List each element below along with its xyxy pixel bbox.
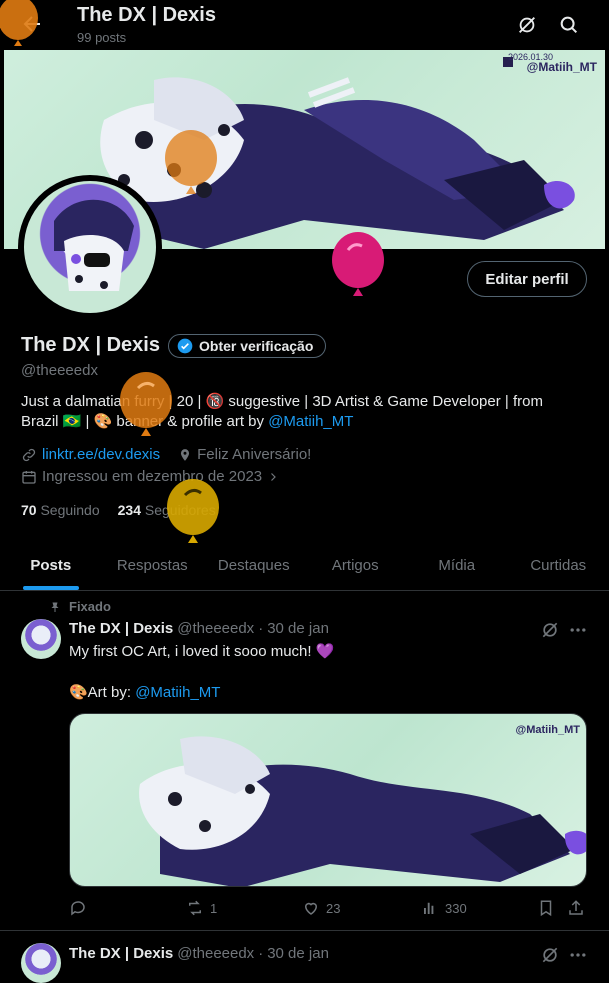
pinned-label: Fixado [69,599,111,614]
grok-icon[interactable] [540,945,560,965]
tweet-separator [0,930,609,931]
chevron-right-icon [267,470,279,484]
share-button[interactable] [567,899,585,917]
profile-link[interactable]: linktr.ee/dev.dexis [42,446,160,463]
calendar-icon [21,469,37,485]
balloon-icon [330,230,386,300]
profile-handle: @theeeedx [21,362,98,379]
tweet-header: The DX | Dexis @theeeedx · 30 de jan [69,945,329,962]
tweet-author-name[interactable]: The DX | Dexis [69,945,173,962]
edit-profile-button[interactable]: Editar perfil [467,261,587,297]
profile-link-item[interactable]: linktr.ee/dev.dexis [21,446,160,463]
like-count: 23 [326,901,340,916]
repost-icon [186,899,204,917]
tweet-avatar[interactable] [21,619,61,659]
verified-badge-icon [177,338,193,354]
like-button[interactable]: 23 [302,899,340,917]
tweet-mention-link[interactable]: @Matiih_MT [135,684,220,701]
grok-icon[interactable] [516,14,538,36]
tweet-date[interactable]: 30 de jan [267,620,329,637]
balloon-icon [165,477,221,549]
bookmark-icon [537,899,555,917]
tweet-author-handle[interactable]: @theeeedx [177,620,254,637]
display-name: The DX | Dexis [21,334,160,357]
tweet-avatar[interactable] [21,943,61,983]
page-title: The DX | Dexis [77,4,216,27]
tweet-artwork-icon [70,714,587,887]
tweet-credit-prefix: 🎨Art by: [69,684,135,701]
tweet-author-name[interactable]: The DX | Dexis [69,620,173,637]
joined-row[interactable]: Ingressou em dezembro de 2023 [21,468,279,485]
tab-likes[interactable]: Curtidas [508,540,609,590]
media-signature: @Matiih_MT [515,724,580,736]
profile-bio: Just a dalmatian furry | 20 | 🔞 suggesti… [21,392,591,432]
tweet-header: The DX | Dexis @theeeedx · 30 de jan [69,620,329,637]
tweet-author-handle[interactable]: @theeeedx [177,945,254,962]
following-count: 70 [21,502,37,518]
top-bar: The DX | Dexis 99 posts [0,0,609,50]
birthday-text: Feliz Aniversário! [197,446,311,463]
views-button[interactable]: 330 [421,899,467,917]
tab-media[interactable]: Mídia [406,540,508,590]
link-icon [21,447,37,463]
following-link[interactable]: 70 Seguindo [21,502,100,518]
more-icon[interactable] [568,945,588,965]
pinned-indicator: Fixado [49,599,111,614]
reply-icon [69,899,87,917]
repost-count: 1 [210,901,217,916]
posts-count: 99 posts [77,30,126,45]
views-icon [421,899,439,917]
repost-button[interactable]: 1 [186,899,217,917]
bookmark-button[interactable] [537,899,555,917]
pin-icon [49,600,61,614]
more-icon[interactable] [568,620,588,640]
birthday-item: Feliz Aniversário! [178,446,311,463]
bio-mention-link[interactable]: @Matiih_MT [268,413,353,430]
tab-articles[interactable]: Artigos [305,540,407,590]
banner-date: 2026.01.30 [508,52,553,62]
avatar-art-icon [24,181,156,313]
share-icon [567,899,585,917]
views-count: 330 [445,901,467,916]
following-label: Seguindo [40,502,99,518]
grok-icon[interactable] [540,620,560,640]
banner-signature: @Matiih_MT [527,60,597,74]
location-pin-icon [178,447,192,463]
tweet-dot: · [258,620,263,637]
tweet-media-image[interactable]: @Matiih_MT [69,713,587,887]
get-verified-button[interactable]: Obter verificação [168,334,326,358]
balloon-icon [163,128,219,200]
tab-posts[interactable]: Posts [0,540,102,590]
profile-tabs: Posts Respostas Destaques Artigos Mídia … [0,540,609,591]
balloon-icon [0,0,40,48]
tweet-dot: · [258,945,263,962]
tweet-date[interactable]: 30 de jan [267,945,329,962]
search-icon[interactable] [558,14,580,36]
bio-line-1: Just a dalmatian furry | 20 | 🔞 suggesti… [21,392,591,412]
profile-meta-row: linktr.ee/dev.dexis Feliz Aniversário! [21,446,311,463]
tweet-credit: 🎨Art by: @Matiih_MT [69,683,220,701]
reply-button[interactable] [69,899,93,917]
followers-count: 234 [118,502,141,518]
get-verified-label: Obter verificação [199,338,313,354]
tweet-text: My first OC Art, i loved it sooo much! 💜 [69,642,334,662]
balloon-icon [118,370,174,440]
profile-avatar[interactable] [21,178,159,316]
heart-icon [302,899,320,917]
joined-text: Ingressou em dezembro de 2023 [42,468,262,485]
